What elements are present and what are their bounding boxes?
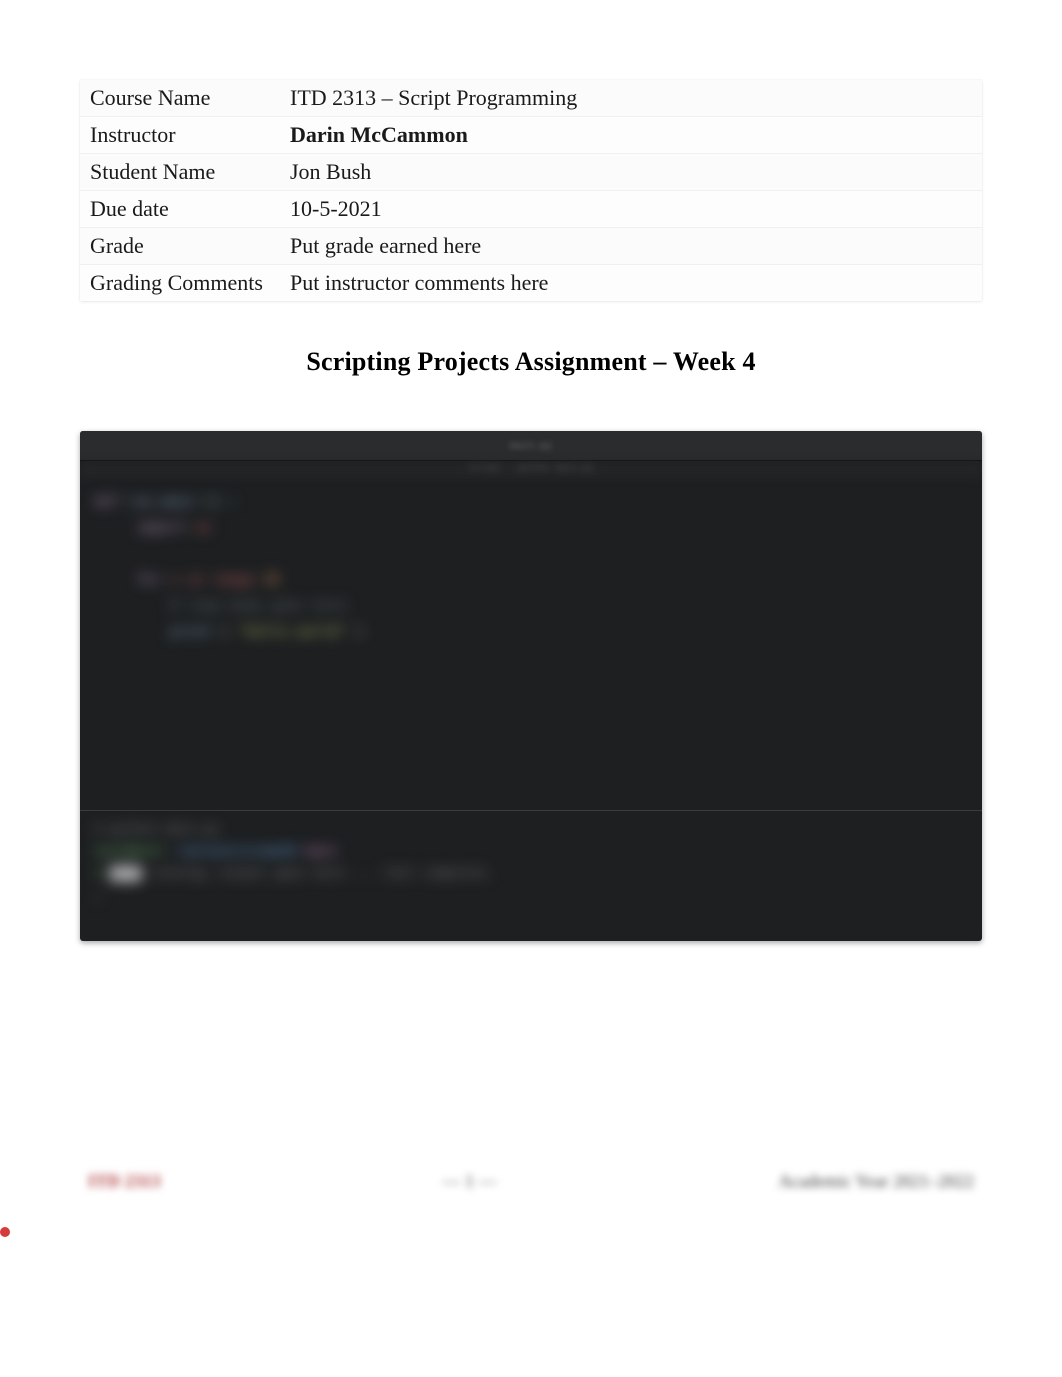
code-text: x in range (170, 572, 254, 588)
code-keyword: for (136, 572, 161, 588)
terminal-path: ~/projects/week4 (172, 844, 297, 859)
code-function-call: print (170, 624, 212, 640)
code-comment: # loop body goes here (170, 598, 347, 614)
table-row: Instructor Darin McCammon (80, 116, 982, 153)
code-identifier: os (195, 520, 212, 536)
footer-page-number: — 1 — (443, 1171, 497, 1192)
course-info-table: Course Name ITD 2313 – Script Programmin… (80, 80, 982, 301)
info-label-course-name: Course Name (80, 80, 280, 116)
code-string: "hello world" (237, 624, 347, 640)
code-function-name: run_main (128, 494, 195, 510)
footer-right: Academic Year 2021–2022 (779, 1171, 974, 1192)
editor-window-title: main.py (510, 440, 552, 451)
code-area: def run_main () : import os for x in ran… (80, 479, 982, 655)
terminal-output: running… output goes here ... test compl… (149, 866, 493, 881)
footer-left: ITD 2313 (88, 1171, 161, 1192)
info-label-student-name: Student Name (80, 153, 280, 190)
table-row: Student Name Jon Bush (80, 153, 982, 190)
page-indicator-dot (0, 1227, 10, 1237)
document-page: Course Name ITD 2313 – Script Programmin… (0, 0, 1062, 941)
editor-subheader: script — python main.py (80, 461, 982, 479)
info-value-grading-comments: Put instructor comments here (280, 264, 982, 301)
info-value-instructor: Darin McCammon (280, 116, 982, 153)
info-value-due-date: 10-5-2021 (280, 190, 982, 227)
assignment-title: Scripting Projects Assignment – Week 4 (80, 347, 982, 377)
table-row: Course Name ITD 2313 – Script Programmin… (80, 80, 982, 116)
table-row: Grading Comments Put instructor comments… (80, 264, 982, 301)
code-number: 10 (263, 572, 280, 588)
info-value-course-name: ITD 2313 – Script Programming (280, 80, 982, 116)
terminal-prompt-user: user@host (94, 844, 164, 859)
terminal-area: $ python main.py user@host ~/projects/we… (80, 811, 982, 941)
info-label-due-date: Due date (80, 190, 280, 227)
code-editor-screenshot: main.py script — python main.py def run_… (80, 431, 982, 941)
editor-titlebar: main.py (80, 431, 982, 461)
info-value-grade: Put grade earned here (280, 227, 982, 264)
terminal-line: … (94, 888, 102, 903)
info-label-instructor: Instructor (80, 116, 280, 153)
page-footer: ITD 2313 — 1 — Academic Year 2021–2022 (88, 1171, 974, 1192)
code-operator: () : (204, 494, 238, 510)
terminal-output-highlight: out (110, 866, 141, 881)
info-value-student-name: Jon Bush (280, 153, 982, 190)
terminal-line: $ python main.py (94, 822, 219, 837)
terminal-branch: main (305, 844, 336, 859)
code-keyword: def (94, 494, 119, 510)
info-label-grade: Grade (80, 227, 280, 264)
table-row: Due date 10-5-2021 (80, 190, 982, 227)
code-keyword: import (136, 520, 187, 536)
terminal-prompt-arrow: ❯ (94, 866, 102, 881)
table-row: Grade Put grade earned here (80, 227, 982, 264)
info-label-grading-comments: Grading Comments (80, 264, 280, 301)
